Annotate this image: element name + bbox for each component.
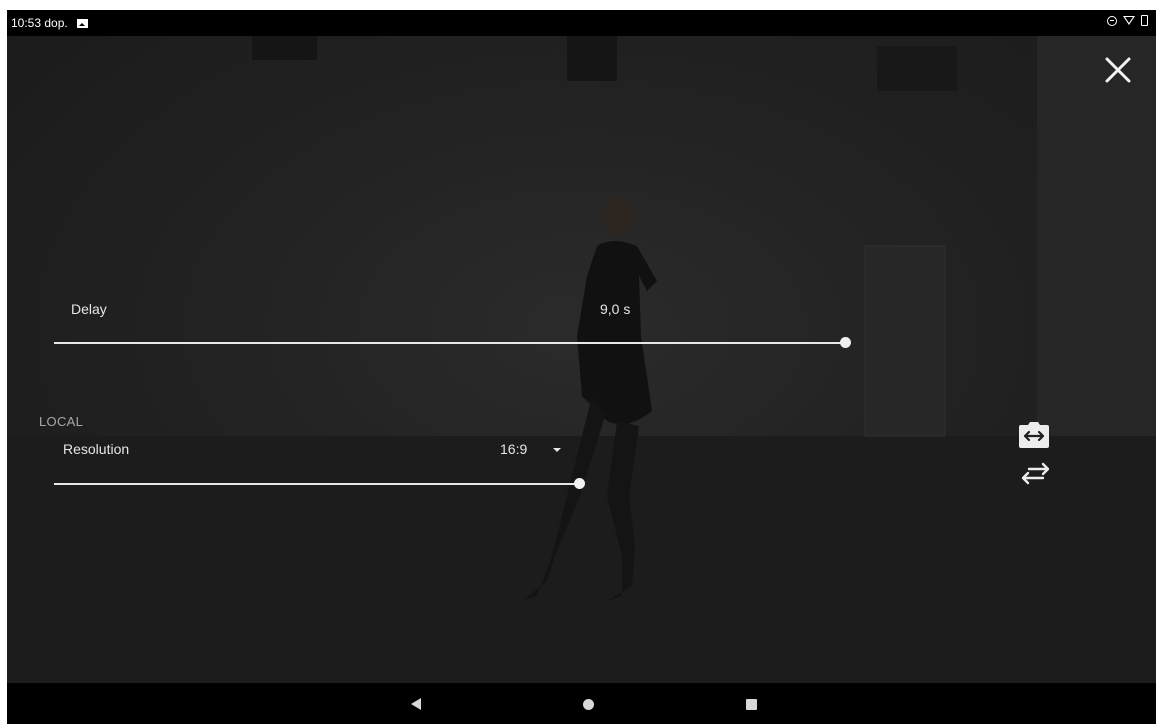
delay-value: 9,0 s <box>600 301 631 317</box>
back-icon[interactable] <box>411 698 421 710</box>
camera-flip-icon[interactable] <box>1018 421 1050 449</box>
navigation-bar <box>7 683 1156 724</box>
resolution-dropdown[interactable]: 16:9 <box>500 441 570 461</box>
status-bar: 10:53 dop. <box>7 10 1156 36</box>
section-local: LOCAL <box>39 414 84 429</box>
recents-icon[interactable] <box>746 699 757 710</box>
chevron-down-icon <box>553 448 561 452</box>
status-time: 10:53 dop. <box>11 16 68 30</box>
do-not-disturb-icon <box>1107 15 1117 26</box>
delay-slider-thumb[interactable] <box>840 337 851 348</box>
wifi-icon <box>1123 16 1135 25</box>
resolution-value: 16:9 <box>500 441 528 457</box>
camera-scene <box>7 36 1156 683</box>
resolution-slider[interactable] <box>54 476 586 492</box>
delay-slider-track <box>54 342 846 344</box>
home-icon[interactable] <box>583 699 594 710</box>
battery-icon <box>1141 15 1148 26</box>
resolution-label: Resolution <box>63 441 130 457</box>
delay-slider[interactable] <box>54 335 852 351</box>
image-notification-icon <box>76 18 88 28</box>
camera-preview <box>7 36 1156 683</box>
delay-label: Delay <box>71 301 107 317</box>
status-icons <box>1107 15 1148 26</box>
close-icon[interactable] <box>1103 55 1133 85</box>
resolution-slider-thumb[interactable] <box>574 478 585 489</box>
resolution-slider-track <box>54 483 580 485</box>
swap-horizontal-icon[interactable] <box>1019 461 1051 487</box>
